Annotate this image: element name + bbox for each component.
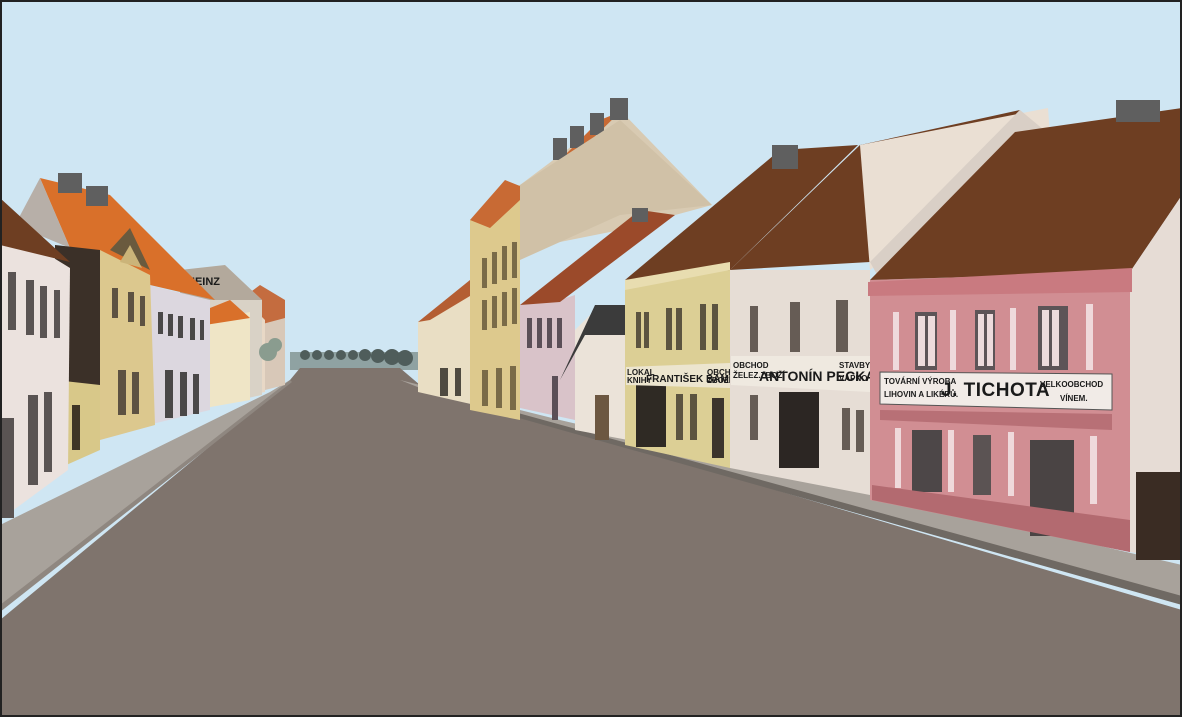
- tichota-sign-small-right-2: VÍNEM.: [1060, 394, 1088, 403]
- distant-trees: [290, 349, 420, 370]
- pecka-sign-small-right-2: VÁPNO: [839, 374, 867, 383]
- lilac-right-building: [520, 295, 575, 420]
- tichota-sign-name: J. TICHOTA: [941, 380, 1050, 401]
- lilac-building: [148, 285, 210, 425]
- tichota-sign-small-right-1: VELKOOBCHOD: [1040, 380, 1103, 389]
- street-scene: HEINZ LOKAL KNIHY FRANTIŠEK BAMBAS. OBCH…: [0, 0, 1182, 717]
- yellow-ornate-building: [100, 250, 155, 440]
